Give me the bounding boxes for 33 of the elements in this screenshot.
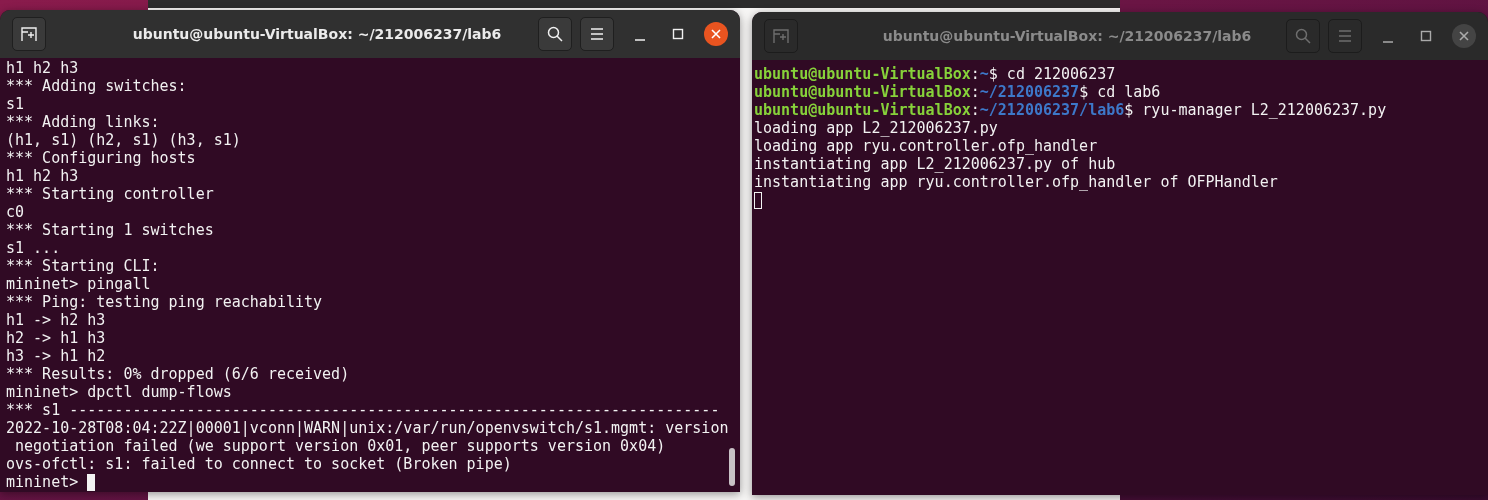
terminal-line: loading app ryu.controller.ofp_handler [754,137,1098,155]
terminal-line: s1 ... [6,239,61,257]
terminal-line: instantiating app ryu.controller.ofp_handler of OFPHandler [754,173,1278,191]
terminal-line: ubuntu@ubuntu-VirtualBox:~/212006237$ cd lab6 [754,83,1161,101]
terminal-line: *** Configuring hosts [6,149,196,167]
terminal-line: c0 [6,203,25,221]
terminal-line: ubuntu@ubuntu-VirtualBox:~/212006237/lab6$ ryu-manager L2_212006237.py [754,101,1387,119]
terminal-line: *** Adding links: [6,113,160,131]
terminal-line: (h1, s1) (h2, s1) (h3, s1) [6,131,241,149]
terminal-line: negotiation failed (we support version 0x01, peer supports version 0x04) [14,437,666,455]
terminal-line: *** Ping: testing ping reachability [6,293,323,311]
terminal-line: 2022-10-28T08:04:22Z|00001|vconn|WARN|unix:/var/run/openvswitch/s1.mgmt: version [6,419,729,437]
window-title: ubuntu@ubuntu-VirtualBox: ~/212006237/lab6 [131,26,503,42]
terminal-line: h3 -> h1 h2 [6,347,106,365]
terminal-line: ovs-ofctl: s1: failed to connect to socket (Broken pipe) [6,455,512,473]
terminal-line: *** Starting 1 switches [6,221,214,239]
terminal-line: *** Results: 0% dropped (6/6 received) [6,365,350,383]
terminal-line: h1 h2 h3 [6,167,79,185]
terminal-line: *** Starting controller [6,185,214,203]
terminal-line: h2 -> h1 h3 [6,329,106,347]
terminal-line: ubuntu@ubuntu-VirtualBox:~$ cd 212006237 [754,65,1116,83]
terminal-line: *** s1 ------------------------------------------------------------------------ [6,401,720,419]
window-title: ubuntu@ubuntu-VirtualBox: ~/212006237/lab6 [881,28,1253,44]
terminal-line: mininet> pingall [6,275,151,293]
terminal-line: instantiating app L2_212006237.py of hub [754,155,1116,173]
terminal-line: h1 h2 h3 [6,59,79,77]
terminal-line: mininet> dpctl dump-flows [6,383,232,401]
terminal-line: h1 -> h2 h3 [6,311,106,329]
terminal-line: *** Adding switches: [6,77,187,95]
terminal-line: s1 [6,95,25,113]
terminal-line: mininet> [6,473,80,491]
terminal-line: *** Starting CLI: [6,257,160,275]
terminal-line: loading app L2_212006237.py [754,119,998,137]
